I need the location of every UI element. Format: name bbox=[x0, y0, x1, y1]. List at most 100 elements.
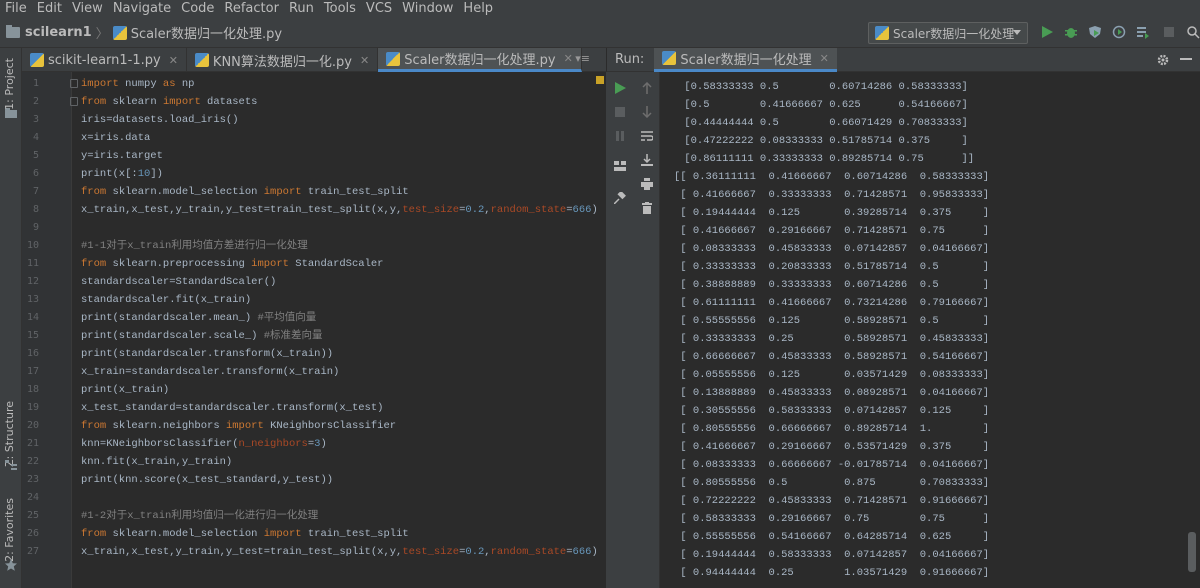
minimize-icon[interactable] bbox=[1180, 57, 1192, 61]
build-icon[interactable] bbox=[1136, 25, 1150, 39]
menu-bar: File Edit View Navigate Code Refactor Ru… bbox=[0, 0, 1200, 18]
pause-icon[interactable] bbox=[614, 130, 626, 142]
trash-icon[interactable] bbox=[641, 202, 653, 214]
line-number: 10 bbox=[26, 240, 39, 251]
console-line: [ 0.38888889 0.33333333 0.60714286 0.5 ] bbox=[674, 279, 990, 291]
gear-icon[interactable] bbox=[1156, 53, 1170, 67]
structure-tool-tab[interactable]: Z: Structure bbox=[3, 401, 16, 467]
code-line: 6 print(x[:10]) bbox=[22, 165, 606, 183]
console-line: [ 0.13888889 0.45833333 0.08928571 0.041… bbox=[674, 387, 990, 399]
menu-view[interactable]: View bbox=[67, 0, 108, 18]
console-line: [0.5 0.41666667 0.625 0.54166667] bbox=[678, 99, 968, 111]
fold-marker-icon[interactable] bbox=[70, 97, 78, 106]
menu-navigate[interactable]: Navigate bbox=[108, 0, 176, 18]
line-number: 26 bbox=[26, 528, 39, 539]
stop-icon[interactable] bbox=[614, 106, 626, 118]
search-icon[interactable] bbox=[1186, 25, 1200, 39]
menu-code[interactable]: Code bbox=[176, 0, 219, 18]
tab-list-icon[interactable]: ▾≡ bbox=[575, 52, 590, 65]
code-line: 27 x_train,x_test,y_train,y_test=train_te… bbox=[22, 543, 606, 561]
console-line: [ 0.55555556 0.125 0.58928571 0.5 ] bbox=[674, 315, 990, 327]
close-icon[interactable]: ✕ bbox=[820, 52, 829, 65]
structure-icon bbox=[5, 460, 17, 470]
console-line: [ 0.41666667 0.29166667 0.53571429 0.375… bbox=[674, 441, 990, 453]
console-scrollbar[interactable] bbox=[1188, 532, 1196, 572]
rerun-icon[interactable] bbox=[614, 82, 626, 94]
tab-scikit-learn1-1[interactable]: scikit-learn1-1.py ✕ bbox=[22, 48, 187, 72]
print-icon[interactable] bbox=[641, 178, 653, 190]
console-line: [0.58333333 0.5 0.60714286 0.58333333] bbox=[678, 81, 968, 93]
close-icon[interactable]: ✕ bbox=[564, 52, 573, 65]
line-number: 27 bbox=[26, 546, 39, 557]
scroll-to-end-icon[interactable] bbox=[641, 154, 653, 166]
line-number: 5 bbox=[32, 150, 39, 161]
line-number: 6 bbox=[32, 168, 39, 179]
folder-icon bbox=[6, 25, 20, 38]
coverage-icon[interactable] bbox=[1088, 25, 1102, 39]
menu-window[interactable]: Window bbox=[397, 0, 458, 18]
code-line: 19 x_test_standard=standardscaler.transfo… bbox=[22, 399, 606, 417]
menu-tools[interactable]: Tools bbox=[319, 0, 361, 18]
line-number: 3 bbox=[32, 114, 39, 125]
line-number: 21 bbox=[26, 438, 39, 449]
fold-marker-icon[interactable] bbox=[70, 79, 78, 88]
console-line: [ 0.30555556 0.58333333 0.07142857 0.125… bbox=[674, 405, 990, 417]
line-number: 8 bbox=[32, 204, 39, 215]
code-text: knn=KNeighborsClassifier(n_neighbors=3) bbox=[81, 438, 327, 450]
run-icon[interactable] bbox=[1040, 25, 1054, 39]
console-line: [ 0.41666667 0.33333333 0.71428571 0.958… bbox=[674, 189, 990, 201]
profile-icon[interactable] bbox=[1112, 25, 1126, 39]
menu-help[interactable]: Help bbox=[458, 0, 498, 18]
line-number: 19 bbox=[26, 402, 39, 413]
line-number: 1 bbox=[32, 78, 39, 89]
code-line: 24 bbox=[22, 489, 606, 507]
console-line: [0.44444444 0.5 0.66071429 0.70833333] bbox=[678, 117, 968, 129]
console-line: [ 0.08333333 0.66666667 -0.01785714 0.04… bbox=[674, 459, 990, 471]
debug-icon[interactable] bbox=[1064, 25, 1078, 39]
code-line: 25 #1-2对于x_train利用均值归一化进行归一化处理 bbox=[22, 507, 606, 525]
code-line: 15 print(standardscaler.scale_) #标准差向量 bbox=[22, 327, 606, 345]
favorites-tool-tab[interactable]: 2: Favorites bbox=[3, 498, 16, 562]
code-text: from sklearn.model_selection import trai… bbox=[81, 186, 409, 198]
project-tool-tab[interactable]: 1: Project bbox=[3, 58, 16, 110]
menu-edit[interactable]: Edit bbox=[32, 0, 67, 18]
stop-icon[interactable] bbox=[1162, 25, 1176, 39]
menu-refactor[interactable]: Refactor bbox=[219, 0, 284, 18]
code-editor[interactable]: 1 import numpy as np 2 from sklearn import … bbox=[22, 72, 606, 588]
line-number: 18 bbox=[26, 384, 39, 395]
console-output[interactable]: [0.58333333 0.5 0.60714286 0.58333333] [… bbox=[660, 72, 1200, 588]
arrow-up-icon[interactable] bbox=[641, 82, 653, 94]
line-number: 13 bbox=[26, 294, 39, 305]
tab-knn-normalization[interactable]: KNN算法数据归一化.py ✕ bbox=[187, 48, 379, 72]
close-icon[interactable]: ✕ bbox=[360, 54, 369, 67]
menu-run[interactable]: Run bbox=[284, 0, 319, 18]
line-number: 11 bbox=[26, 258, 39, 269]
code-text: knn.fit(x_train,y_train) bbox=[81, 456, 233, 468]
navigation-bar: scilearn1 〉 Scaler数据归一化处理.py Scaler数据归一化… bbox=[0, 18, 1200, 48]
line-number: 17 bbox=[26, 366, 39, 377]
layout-icon[interactable] bbox=[614, 160, 626, 172]
breadcrumb-project[interactable]: scilearn1 bbox=[25, 25, 92, 40]
star-icon bbox=[5, 559, 17, 571]
tab-scaler-normalization[interactable]: Scaler数据归一化处理.py ✕ bbox=[378, 48, 582, 72]
close-icon[interactable]: ✕ bbox=[169, 54, 178, 67]
chevron-down-icon bbox=[1013, 30, 1021, 35]
python-file-icon bbox=[875, 26, 889, 40]
soft-wrap-icon[interactable] bbox=[641, 130, 653, 142]
menu-file[interactable]: File bbox=[0, 0, 32, 18]
breadcrumb-file[interactable]: Scaler数据归一化处理.py bbox=[131, 23, 282, 42]
pin-icon[interactable] bbox=[614, 192, 626, 204]
arrow-down-icon[interactable] bbox=[641, 106, 653, 118]
code-text: x=iris.data bbox=[81, 132, 151, 144]
code-text: print(standardscaler.scale_) #标准差向量 bbox=[81, 330, 323, 342]
menu-vcs[interactable]: VCS bbox=[361, 0, 397, 18]
code-line: 9 bbox=[22, 219, 606, 237]
line-number: 20 bbox=[26, 420, 39, 431]
console-line: [0.47222222 0.08333333 0.51785714 0.375 … bbox=[678, 135, 968, 147]
run-configuration-select[interactable]: Scaler数据归一化处理 bbox=[868, 22, 1028, 44]
run-tab[interactable]: Scaler数据归一化处理 ✕ bbox=[654, 47, 837, 72]
breadcrumb: scilearn1 〉 Scaler数据归一化处理.py bbox=[0, 23, 282, 42]
code-line: 10 #1-1对于x_train利用均值方差进行归一化处理 bbox=[22, 237, 606, 255]
code-text: #1-2对于x_train利用均值归一化进行归一化处理 bbox=[81, 510, 319, 522]
code-text: x_test_standard=standardscaler.transform… bbox=[81, 402, 384, 414]
